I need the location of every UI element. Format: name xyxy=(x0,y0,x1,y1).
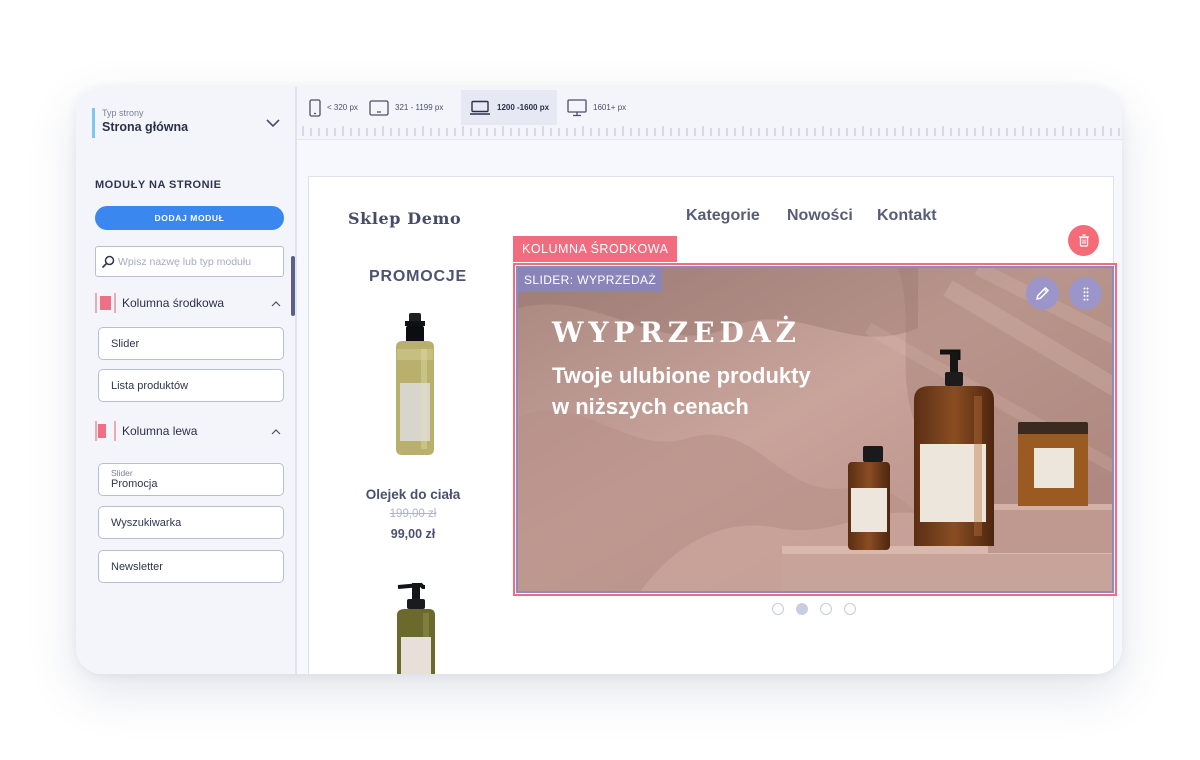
page-type-label: Typ strony xyxy=(102,108,144,118)
group-left-column[interactable]: Kolumna lewa xyxy=(95,420,285,442)
page-preview: Sklep Demo Kategorie Nowości Kontakt PRO… xyxy=(308,176,1117,674)
module-item[interactable]: Lista produktów xyxy=(98,369,284,402)
breakpoint-label: < 320 px xyxy=(327,103,358,112)
module-search[interactable] xyxy=(95,246,284,277)
product-old-price: 199,00 zł xyxy=(389,508,437,520)
slider-dot[interactable] xyxy=(844,603,856,615)
edit-button[interactable] xyxy=(1026,277,1059,310)
phone-icon xyxy=(309,98,321,117)
module-label: Promocja xyxy=(111,478,158,490)
module-item[interactable]: Wyszukiwarka xyxy=(98,506,284,539)
laptop-icon xyxy=(470,100,490,115)
chevron-up-icon[interactable] xyxy=(271,428,281,435)
sidebar: Typ strony Strona główna MODUŁY NA STRON… xyxy=(76,87,297,674)
module-item[interactable]: Slider Promocja xyxy=(98,463,284,496)
breakpoint-toolbar: < 320 px 321 - 1199 px 1200 -1600 px 160… xyxy=(297,87,1122,140)
breakpoint-tablet[interactable]: 321 - 1199 px xyxy=(361,90,451,125)
drag-dots-icon xyxy=(1083,287,1088,301)
module-item[interactable]: Newsletter xyxy=(98,550,284,583)
slider-text: Twoje ulubione produkty w niższych cenac… xyxy=(552,363,811,419)
page-type-value: Strona główna xyxy=(102,120,189,134)
preview-canvas: Sklep Demo Kategorie Nowości Kontakt PRO… xyxy=(297,140,1122,674)
center-column-icon xyxy=(95,293,116,313)
product-image[interactable] xyxy=(361,577,471,674)
desktop-icon xyxy=(567,98,587,116)
breakpoint-mobile[interactable]: < 320 px xyxy=(301,90,366,125)
modules-title: MODUŁY NA STRONIE xyxy=(95,179,222,191)
breakpoint-laptop[interactable]: 1200 -1600 px xyxy=(461,90,558,125)
breakpoint-label: 1601+ px xyxy=(593,103,627,112)
search-input[interactable] xyxy=(118,255,278,268)
module-type: Slider xyxy=(111,468,133,478)
trash-icon xyxy=(1078,234,1089,247)
slider-heading: WYPRZEDAŻ xyxy=(552,316,801,349)
chevron-up-icon[interactable] xyxy=(271,300,281,307)
page-type-select[interactable]: Typ strony Strona główna xyxy=(92,108,280,138)
chevron-down-icon[interactable] xyxy=(266,118,280,128)
center-column-tag: KOLUMNA ŚRODKOWA xyxy=(513,236,678,262)
add-module-button[interactable]: DODAJ MODUŁ xyxy=(95,206,284,230)
product-price: 99,00 zł xyxy=(390,527,436,541)
search-icon xyxy=(101,255,115,268)
nav-link[interactable]: Nowości xyxy=(787,207,853,225)
product-image[interactable] xyxy=(361,305,471,463)
nav-link[interactable]: Kategorie xyxy=(686,207,760,225)
nav-link[interactable]: Kontakt xyxy=(877,207,937,225)
promo-title: PROMOCJE xyxy=(369,268,467,285)
breakpoint-label: 321 - 1199 px xyxy=(395,103,444,112)
editor-window: Typ strony Strona główna MODUŁY NA STRON… xyxy=(76,87,1122,674)
slider-dot[interactable] xyxy=(796,603,808,615)
ruler xyxy=(302,126,1120,136)
delete-button[interactable] xyxy=(1068,225,1099,256)
slider-dot[interactable] xyxy=(772,603,784,615)
breakpoint-desktop[interactable]: 1601+ px xyxy=(559,90,634,125)
breakpoint-label: 1200 -1600 px xyxy=(497,103,550,112)
module-item[interactable]: Slider xyxy=(98,327,284,360)
group-center-column[interactable]: Kolumna środkowa xyxy=(95,292,285,314)
slider-tag: SLIDER: WYPRZEDAŻ xyxy=(518,268,663,292)
group-label: Kolumna środkowa xyxy=(122,296,225,310)
slider-module[interactable]: SLIDER: WYPRZEDAŻ WYPRZEDAŻ Twoje ulubio… xyxy=(516,266,1114,593)
pencil-icon xyxy=(1036,287,1049,300)
tablet-icon xyxy=(369,99,389,116)
slider-dot[interactable] xyxy=(820,603,832,615)
shop-logo[interactable]: Sklep Demo xyxy=(348,209,461,228)
slider-dots xyxy=(772,603,868,615)
left-column-icon xyxy=(95,421,116,441)
group-label: Kolumna lewa xyxy=(122,424,198,438)
drag-handle[interactable] xyxy=(1069,277,1102,310)
scrollbar[interactable] xyxy=(291,256,295,316)
product-name[interactable]: Olejek do ciała xyxy=(355,487,471,502)
